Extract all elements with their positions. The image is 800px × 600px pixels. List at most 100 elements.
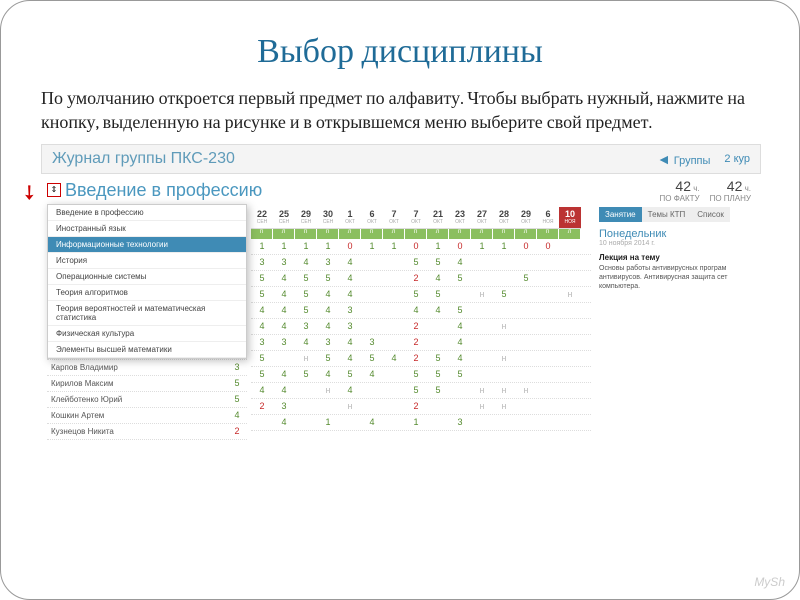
grade-cell[interactable]: 5 [295, 273, 317, 283]
grade-cell[interactable]: 5 [427, 369, 449, 379]
grade-cell[interactable]: 4 [273, 273, 295, 283]
grade-cell[interactable]: 5 [493, 289, 515, 299]
grade-cell[interactable]: 3 [251, 257, 273, 267]
dropdown-item[interactable]: История [48, 253, 246, 269]
date-column[interactable]: 1ОКТ [339, 207, 361, 229]
grade-cell[interactable]: 2 [405, 273, 427, 283]
grade-cell[interactable]: 2 [251, 401, 273, 411]
grade-cell[interactable]: 0 [537, 241, 559, 251]
grade-cell[interactable]: 1 [493, 241, 515, 251]
grade-cell[interactable]: 4 [427, 273, 449, 283]
grade-cell[interactable]: 5 [295, 369, 317, 379]
grade-cell[interactable]: 4 [383, 353, 405, 363]
student-row[interactable]: Кошкин Артем4 [47, 408, 247, 424]
grade-cell[interactable]: 4 [405, 305, 427, 315]
date-column[interactable]: 22СЕН [251, 207, 273, 229]
grade-cell[interactable]: 4 [361, 417, 383, 427]
grade-cell[interactable]: 4 [449, 353, 471, 363]
subject-toggle-button[interactable]: ⇕ [47, 183, 61, 197]
grade-cell[interactable]: 5 [427, 257, 449, 267]
grade-cell[interactable]: 5 [317, 353, 339, 363]
grade-cell[interactable]: н [317, 385, 339, 395]
date-column[interactable]: 30СЕН [317, 207, 339, 229]
date-column[interactable]: 6ОКТ [361, 207, 383, 229]
grade-cell[interactable]: 3 [251, 337, 273, 347]
grade-cell[interactable]: 5 [449, 369, 471, 379]
grade-cell[interactable]: 1 [295, 241, 317, 251]
grade-cell[interactable]: н [493, 353, 515, 363]
date-column[interactable]: 28ОКТ [493, 207, 515, 229]
grade-cell[interactable]: 4 [251, 385, 273, 395]
date-column[interactable]: 23ОКТ [449, 207, 471, 229]
grade-cell[interactable]: 1 [361, 241, 383, 251]
grade-cell[interactable]: 4 [449, 321, 471, 331]
grade-cell[interactable]: 4 [273, 369, 295, 379]
student-row[interactable]: Карпов Владимир3 [47, 360, 247, 376]
grade-cell[interactable]: н [471, 289, 493, 299]
grade-cell[interactable]: 4 [339, 289, 361, 299]
dropdown-item[interactable]: Элементы высшей математики [48, 342, 246, 358]
date-column[interactable]: 29СЕН [295, 207, 317, 229]
grade-cell[interactable]: 2 [405, 337, 427, 347]
student-row[interactable]: Кирилов Максим5 [47, 376, 247, 392]
grade-cell[interactable]: н [471, 401, 493, 411]
grade-cell[interactable]: 4 [273, 417, 295, 427]
grade-cell[interactable]: н [493, 401, 515, 411]
student-row[interactable]: Клейботенко Юрий5 [47, 392, 247, 408]
grade-cell[interactable]: 4 [295, 337, 317, 347]
grade-cell[interactable]: 4 [361, 369, 383, 379]
grade-cell[interactable]: 4 [273, 305, 295, 315]
dropdown-item[interactable]: Физическая культура [48, 326, 246, 342]
side-tab[interactable]: Список [691, 207, 730, 222]
dropdown-item[interactable]: Введение в профессию [48, 205, 246, 221]
grade-cell[interactable]: 1 [273, 241, 295, 251]
grade-cell[interactable]: 4 [339, 257, 361, 267]
grade-cell[interactable]: 5 [251, 273, 273, 283]
grade-cell[interactable]: 5 [361, 353, 383, 363]
grade-cell[interactable]: 5 [405, 385, 427, 395]
grade-cell[interactable]: 5 [449, 273, 471, 283]
grade-cell[interactable]: 5 [295, 305, 317, 315]
dropdown-item[interactable]: Информационные технологии [48, 237, 246, 253]
grade-cell[interactable]: 3 [317, 337, 339, 347]
grade-cell[interactable]: 3 [295, 321, 317, 331]
grade-cell[interactable]: 5 [427, 289, 449, 299]
grade-cell[interactable]: н [471, 385, 493, 395]
grade-cell[interactable]: 5 [449, 305, 471, 315]
dropdown-item[interactable]: Операционные системы [48, 269, 246, 285]
date-column[interactable]: 25СЕН [273, 207, 295, 229]
grade-cell[interactable]: 4 [449, 337, 471, 347]
grade-cell[interactable]: 4 [273, 289, 295, 299]
grade-cell[interactable]: 4 [449, 257, 471, 267]
grade-cell[interactable]: 3 [273, 401, 295, 411]
grade-cell[interactable]: 5 [427, 353, 449, 363]
dropdown-item[interactable]: Теория алгоритмов [48, 285, 246, 301]
grade-cell[interactable]: н [515, 385, 537, 395]
grade-cell[interactable]: 5 [405, 289, 427, 299]
grade-cell[interactable]: 0 [339, 241, 361, 251]
grade-cell[interactable]: 4 [273, 385, 295, 395]
grade-cell[interactable]: 4 [317, 321, 339, 331]
course-link[interactable]: 2 кур [724, 153, 750, 165]
grade-cell[interactable]: н [559, 289, 581, 299]
grade-cell[interactable]: 5 [251, 353, 273, 363]
grade-cell[interactable]: 5 [405, 369, 427, 379]
grade-cell[interactable]: 3 [339, 321, 361, 331]
grade-cell[interactable]: 5 [295, 289, 317, 299]
student-row[interactable]: Кузнецов Никита2 [47, 424, 247, 440]
grade-cell[interactable]: 4 [317, 305, 339, 315]
grade-cell[interactable]: 0 [449, 241, 471, 251]
grade-cell[interactable]: 4 [339, 273, 361, 283]
date-column[interactable]: 21ОКТ [427, 207, 449, 229]
grade-cell[interactable]: 3 [339, 305, 361, 315]
grade-cell[interactable]: 0 [405, 241, 427, 251]
date-column[interactable]: 10НОЯ [559, 207, 581, 229]
grade-cell[interactable]: 3 [273, 257, 295, 267]
side-tab[interactable]: Занятие [599, 207, 642, 222]
grade-cell[interactable]: 3 [317, 257, 339, 267]
date-column[interactable]: 29ОКТ [515, 207, 537, 229]
grade-cell[interactable]: 4 [295, 257, 317, 267]
date-column[interactable]: 6НОЯ [537, 207, 559, 229]
grade-cell[interactable]: 1 [405, 417, 427, 427]
grade-cell[interactable]: 4 [317, 289, 339, 299]
